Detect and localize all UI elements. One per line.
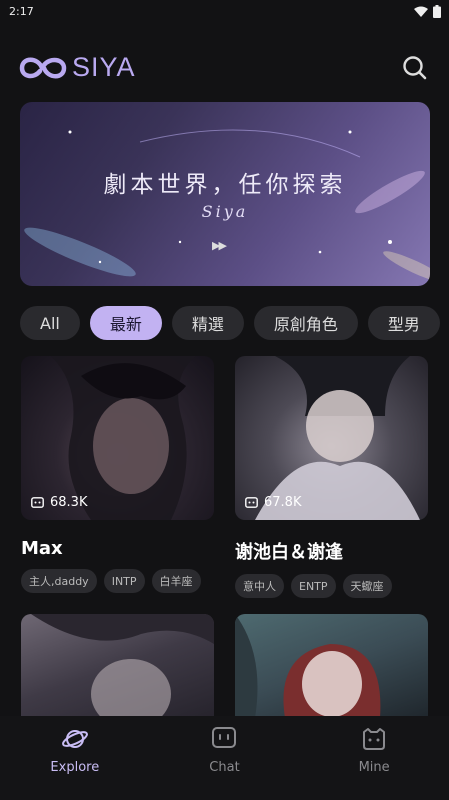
chat-bubble-icon	[245, 497, 258, 508]
tab-newest[interactable]: 最新	[89, 306, 162, 340]
logo-mark-icon	[19, 57, 67, 78]
tag: 意中人	[235, 574, 284, 598]
search-button[interactable]	[401, 54, 429, 82]
nav-explore-label: Explore	[50, 760, 100, 775]
character-tags: 意中人 ENTP 天蠍座	[235, 574, 428, 598]
tab-all[interactable]: All	[20, 306, 80, 340]
nav-chat-label: Chat	[209, 760, 240, 775]
logo-text: SIYA	[72, 52, 136, 82]
tab-original-characters[interactable]: 原創角色	[253, 306, 358, 340]
character-card-partial[interactable]	[21, 614, 214, 718]
character-image[interactable]: 68.3K	[21, 356, 214, 520]
tag: 白羊座	[151, 569, 201, 593]
nav-mine-label: Mine	[358, 760, 390, 775]
siya-logo: SIYA	[18, 52, 136, 83]
status-time: 2:17	[9, 4, 34, 18]
search-icon	[403, 56, 427, 80]
character-image[interactable]: 67.8K	[235, 356, 428, 520]
tab-handsome[interactable]: 型男	[367, 306, 440, 340]
tag: ENTP	[291, 574, 336, 598]
character-card-xie[interactable]: 67.8K 谢池白＆谢逢 意中人 ENTP 天蠍座	[235, 356, 428, 598]
character-card-partial[interactable]	[235, 614, 428, 718]
chat-bubble-icon	[31, 497, 44, 508]
category-tabs: All 最新 精選 原創角色 型男	[20, 306, 449, 341]
tag: INTP	[103, 569, 145, 593]
app-header: SIYA	[0, 44, 449, 92]
tag: 主人,daddy	[21, 569, 97, 593]
status-bar: 2:17	[0, 0, 449, 22]
character-name: 谢池白＆谢逢	[235, 542, 343, 563]
character-portrait	[31, 614, 214, 718]
status-icons	[414, 4, 441, 18]
tag: 天蠍座	[342, 574, 392, 598]
chat-count-value: 67.8K	[264, 495, 302, 510]
tab-featured[interactable]: 精選	[171, 306, 244, 340]
banner-title: 劇本世界，任你探索	[103, 172, 347, 198]
character-tags: 主人,daddy INTP 白羊座	[21, 569, 214, 593]
chat-count-value: 68.3K	[50, 495, 88, 510]
bottom-navigation: Explore Chat Mine	[0, 716, 449, 800]
promo-banner[interactable]: 劇本世界，任你探索 Siya ▶▶	[20, 102, 430, 286]
planet-icon	[61, 730, 88, 748]
profile-face-icon	[363, 728, 386, 750]
battery-icon	[433, 4, 441, 18]
nav-chat[interactable]: Chat	[164, 726, 284, 775]
chat-count: 67.8K	[245, 495, 301, 510]
character-name: Max	[21, 538, 63, 559]
character-portrait	[235, 614, 381, 718]
banner-script: Siya	[201, 202, 249, 221]
chat-icon	[212, 727, 237, 748]
wifi-icon	[414, 6, 428, 17]
chat-count: 68.3K	[31, 495, 87, 510]
nav-mine[interactable]: Mine	[314, 726, 434, 775]
banner-arrow: ▶▶	[212, 239, 227, 252]
character-card-max[interactable]: 68.3K Max 主人,daddy INTP 白羊座	[21, 356, 214, 593]
nav-explore[interactable]: Explore	[15, 726, 135, 775]
